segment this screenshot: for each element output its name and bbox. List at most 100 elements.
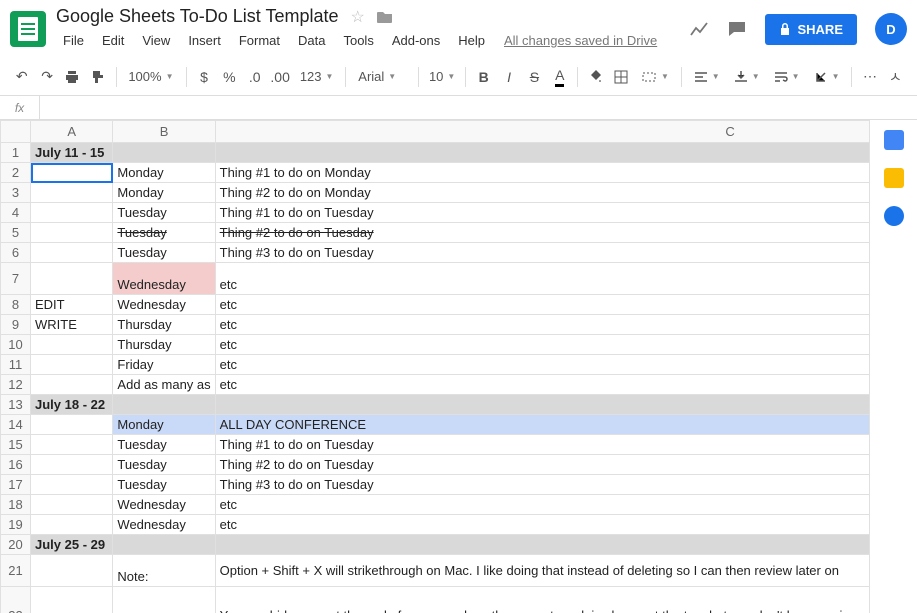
cell[interactable]: Tuesday — [113, 475, 215, 495]
zoom-dropdown[interactable]: 100%▼ — [122, 63, 179, 91]
cell[interactable] — [31, 203, 113, 223]
cell[interactable]: WRITE — [31, 315, 113, 335]
cell[interactable] — [31, 375, 113, 395]
cell[interactable] — [113, 143, 215, 163]
cell[interactable]: Wednesday — [113, 515, 215, 535]
borders-button[interactable] — [610, 63, 633, 91]
row-header[interactable]: 6 — [1, 243, 31, 263]
row-header[interactable]: 21 — [1, 555, 31, 587]
menu-file[interactable]: File — [56, 29, 91, 52]
spreadsheet-grid[interactable]: ABCD 1July 11 - 152MondayThing #1 to do … — [0, 120, 869, 613]
row-header[interactable]: 1 — [1, 143, 31, 163]
print-button[interactable] — [61, 63, 84, 91]
cell[interactable]: Thing #2 to do on Monday — [215, 183, 869, 203]
paint-format-button[interactable] — [86, 63, 109, 91]
number-format-dropdown[interactable]: 123▼ — [294, 63, 340, 91]
calendar-icon[interactable] — [884, 130, 904, 150]
cell[interactable] — [31, 183, 113, 203]
row-header[interactable]: 14 — [1, 415, 31, 435]
cell[interactable]: July 18 - 22 — [31, 395, 113, 415]
cell[interactable] — [31, 163, 113, 183]
cell[interactable]: Thing #3 to do on Tuesday — [215, 243, 869, 263]
fill-color-button[interactable] — [584, 63, 607, 91]
cell[interactable]: Wednesday — [113, 295, 215, 315]
cell[interactable]: Tuesday — [113, 203, 215, 223]
keep-icon[interactable] — [884, 168, 904, 188]
percent-button[interactable]: % — [218, 63, 241, 91]
cell[interactable] — [215, 395, 869, 415]
cell[interactable] — [31, 223, 113, 243]
cell[interactable]: Thing #1 to do on Monday — [215, 163, 869, 183]
cell[interactable] — [31, 243, 113, 263]
decrease-decimal-button[interactable]: .0 — [243, 63, 266, 91]
row-header[interactable]: 13 — [1, 395, 31, 415]
cell[interactable]: July 25 - 29 — [31, 535, 113, 555]
column-header-C[interactable]: C — [215, 121, 869, 143]
text-color-button[interactable]: A — [548, 63, 571, 91]
cell[interactable]: EDIT — [31, 295, 113, 315]
text-rotation-dropdown[interactable]: ▼ — [808, 63, 846, 91]
row-header[interactable]: 10 — [1, 335, 31, 355]
row-header[interactable]: 8 — [1, 295, 31, 315]
cell[interactable]: Monday — [113, 415, 215, 435]
cell[interactable]: Thing #1 to do on Tuesday — [215, 435, 869, 455]
cell[interactable]: Monday — [113, 183, 215, 203]
saved-status[interactable]: All changes saved in Drive — [504, 29, 657, 52]
cell[interactable]: You can hide rows at the end of every we… — [215, 587, 869, 613]
cell[interactable] — [31, 455, 113, 475]
cell[interactable] — [31, 555, 113, 587]
cell[interactable]: Tuesday — [113, 435, 215, 455]
row-header[interactable]: 17 — [1, 475, 31, 495]
cell[interactable]: Add as many as — [113, 375, 215, 395]
avatar[interactable]: D — [875, 13, 907, 45]
strikethrough-button[interactable]: S — [523, 63, 546, 91]
cell[interactable]: Friday — [113, 355, 215, 375]
share-button[interactable]: SHARE — [765, 14, 857, 45]
row-header[interactable]: 3 — [1, 183, 31, 203]
menu-add-ons[interactable]: Add-ons — [385, 29, 447, 52]
cell[interactable]: Wednesday — [113, 495, 215, 515]
cell[interactable] — [31, 415, 113, 435]
menu-edit[interactable]: Edit — [95, 29, 131, 52]
cell[interactable]: Thursday — [113, 335, 215, 355]
row-header[interactable]: 22 — [1, 587, 31, 613]
document-title[interactable]: Google Sheets To-Do List Template — [56, 6, 339, 27]
row-header[interactable]: 9 — [1, 315, 31, 335]
cell[interactable]: Thursday — [113, 315, 215, 335]
cell[interactable] — [113, 395, 215, 415]
font-dropdown[interactable]: Arial▼ — [352, 63, 412, 91]
currency-button[interactable]: $ — [192, 63, 215, 91]
cell[interactable]: Note: — [113, 587, 215, 613]
cell[interactable] — [31, 515, 113, 535]
menu-help[interactable]: Help — [451, 29, 492, 52]
folder-icon[interactable] — [377, 10, 393, 24]
cell[interactable] — [31, 355, 113, 375]
cell[interactable] — [215, 535, 869, 555]
redo-button[interactable]: ↷ — [35, 63, 58, 91]
menu-insert[interactable]: Insert — [181, 29, 228, 52]
row-header[interactable]: 5 — [1, 223, 31, 243]
cell[interactable]: Thing #1 to do on Tuesday — [215, 203, 869, 223]
cell[interactable]: etc — [215, 315, 869, 335]
row-header[interactable]: 4 — [1, 203, 31, 223]
comments-icon[interactable] — [727, 19, 747, 39]
cell[interactable]: July 11 - 15 — [31, 143, 113, 163]
select-all-corner[interactable] — [1, 121, 31, 143]
collapse-toolbar-button[interactable]: ㅅ — [884, 63, 907, 91]
cell[interactable]: etc — [215, 335, 869, 355]
cell[interactable] — [31, 435, 113, 455]
tasks-icon[interactable] — [884, 206, 904, 226]
cell[interactable]: Wednesday — [113, 263, 215, 295]
explore-icon[interactable] — [689, 19, 709, 39]
menu-tools[interactable]: Tools — [336, 29, 380, 52]
merge-cells-dropdown[interactable]: ▼ — [635, 63, 675, 91]
more-button[interactable]: ⋯ — [858, 63, 881, 91]
italic-button[interactable]: I — [497, 63, 520, 91]
menu-data[interactable]: Data — [291, 29, 332, 52]
cell[interactable]: Thing #3 to do on Tuesday — [215, 475, 869, 495]
increase-decimal-button[interactable]: .00 — [268, 63, 291, 91]
cell[interactable] — [215, 143, 869, 163]
menu-view[interactable]: View — [135, 29, 177, 52]
cell[interactable]: Monday — [113, 163, 215, 183]
cell[interactable]: etc — [215, 515, 869, 535]
